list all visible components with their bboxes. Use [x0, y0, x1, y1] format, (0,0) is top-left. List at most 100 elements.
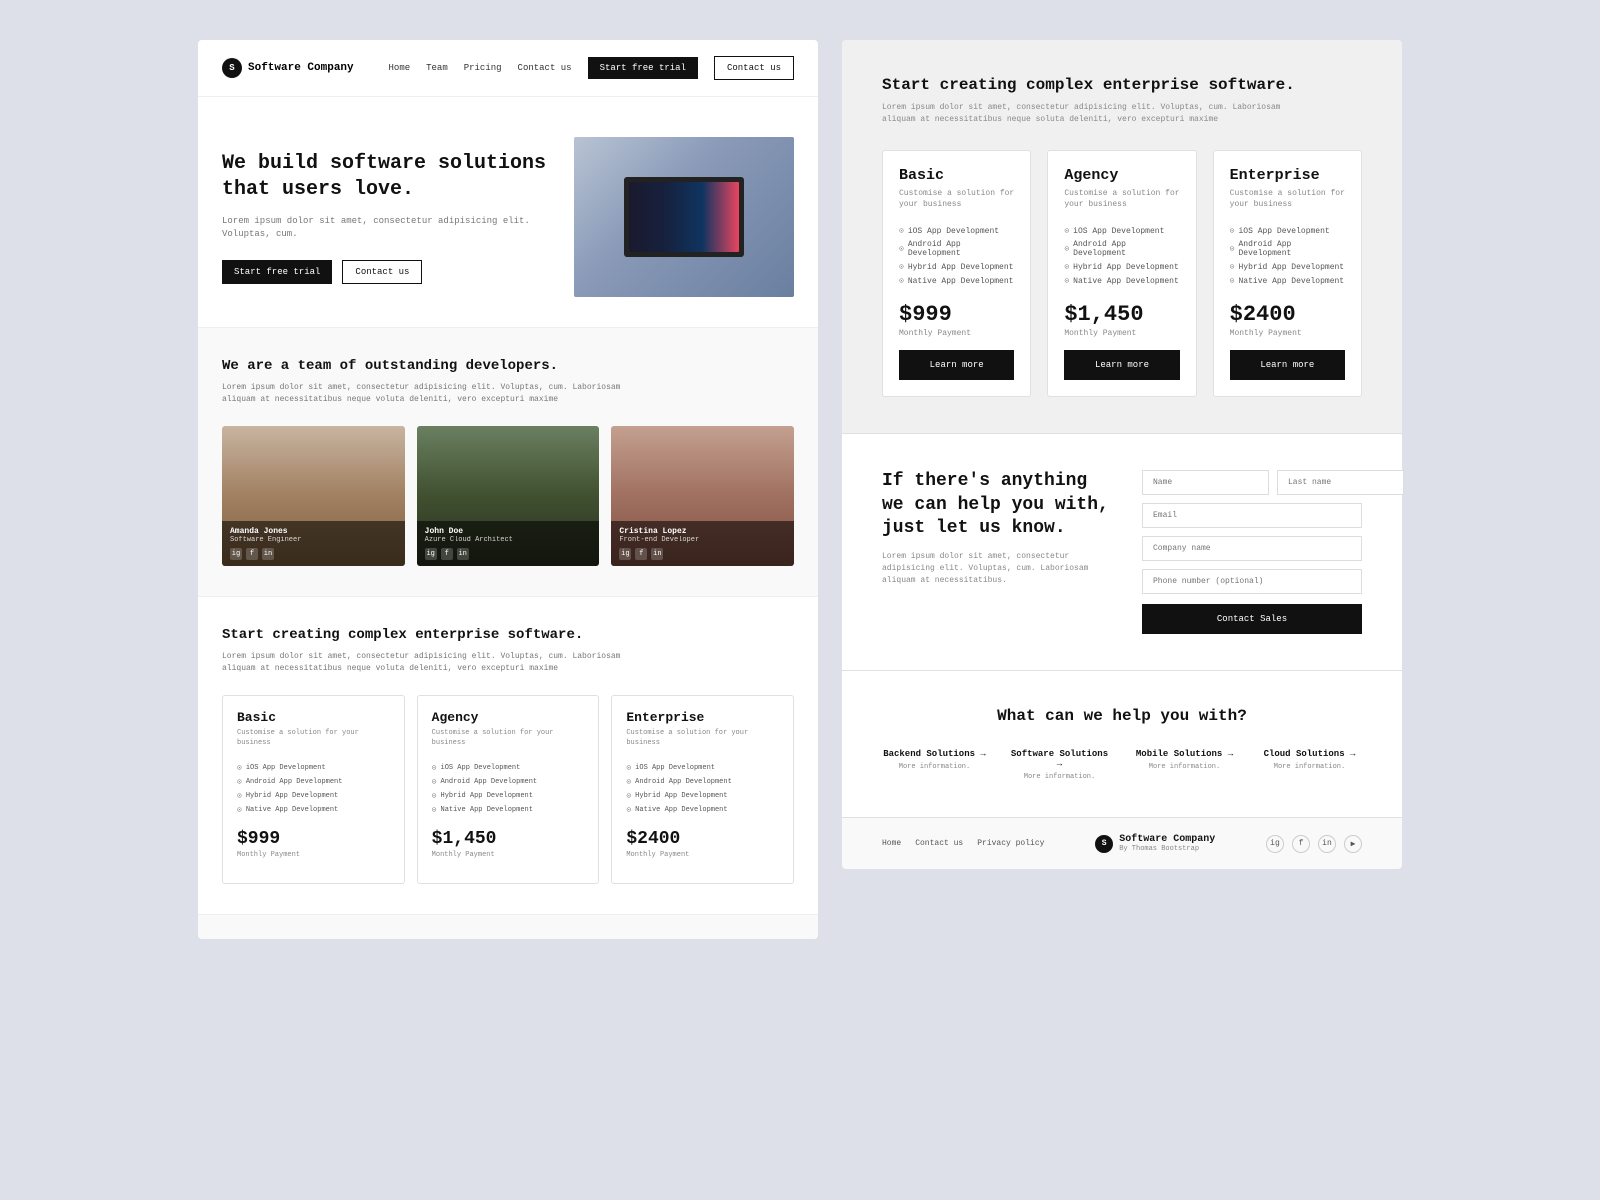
footer-link-2[interactable]: Privacy policy: [977, 839, 1044, 848]
contact-sales-button[interactable]: Contact Sales: [1142, 604, 1362, 634]
right-feature-0-2: Hybrid App Development: [899, 260, 1014, 274]
left-plan-name-2: Enterprise: [626, 710, 779, 725]
left-feature-1-3: Native App Development: [432, 803, 585, 817]
help-item-title-0[interactable]: Backend Solutions →: [882, 749, 987, 759]
left-pricing-card-0: Basic Customise a solution for your busi…: [222, 695, 405, 884]
right-plan-btn-2[interactable]: Learn more: [1230, 350, 1345, 380]
facebook-icon-0[interactable]: f: [246, 548, 258, 560]
help-section: What can we help you with? Backend Solut…: [842, 670, 1402, 817]
footer-logo: S Software Company By Thomas Bootstrap: [1095, 834, 1215, 853]
help-grid: Backend Solutions → More information. So…: [882, 749, 1362, 781]
right-panel: Start creating complex enterprise softwa…: [842, 40, 1402, 869]
right-feature-2-1: Android App Development: [1230, 238, 1345, 260]
start-free-trial-button[interactable]: Start free trial: [588, 57, 698, 79]
lastname-input[interactable]: [1277, 470, 1404, 495]
right-footer: Home Contact us Privacy policy S Softwar…: [842, 817, 1402, 869]
footer-logo-text-block: Software Company By Thomas Bootstrap: [1119, 834, 1215, 853]
left-pricing-title: Start creating complex enterprise softwa…: [222, 627, 794, 643]
hero-start-trial-button[interactable]: Start free trial: [222, 260, 332, 284]
company-input[interactable]: [1142, 536, 1362, 561]
contact-title: If there's anything we can help you with…: [882, 470, 1110, 540]
team-section: We are a team of outstanding developers.…: [198, 327, 818, 596]
help-item-title-1[interactable]: Software Solutions →: [1007, 749, 1112, 769]
right-plan-features-0: iOS App Development Android App Developm…: [899, 224, 1014, 288]
help-item-1: Software Solutions → More information.: [1007, 749, 1112, 781]
team-role-1: Azure Cloud Architect: [425, 536, 592, 544]
help-item-sub-2: More information.: [1132, 763, 1237, 771]
team-card-1: John Doe Azure Cloud Architect ig f in: [417, 426, 600, 566]
right-feature-0-0: iOS App Development: [899, 224, 1014, 238]
instagram-icon-2[interactable]: ig: [619, 548, 631, 560]
left-feature-0-1: Android App Development: [237, 775, 390, 789]
instagram-icon-1[interactable]: ig: [425, 548, 437, 560]
nav-pricing[interactable]: Pricing: [464, 63, 502, 73]
right-plan-btn-1[interactable]: Learn more: [1064, 350, 1179, 380]
left-feature-2-0: iOS App Development: [626, 761, 779, 775]
facebook-icon-1[interactable]: f: [441, 548, 453, 560]
right-feature-0-3: Native App Development: [899, 274, 1014, 288]
left-pricing-card-1: Agency Customise a solution for your bus…: [417, 695, 600, 884]
right-feature-2-0: iOS App Development: [1230, 224, 1345, 238]
contact-us-nav-button[interactable]: Contact us: [714, 56, 794, 80]
team-name-1: John Doe: [425, 527, 592, 536]
team-social-icons-2: ig f in: [619, 548, 786, 560]
nav-team[interactable]: Team: [426, 63, 448, 73]
linkedin-icon-0[interactable]: in: [262, 548, 274, 560]
right-pricing-grid: Basic Customise a solution for your busi…: [882, 150, 1362, 397]
email-input[interactable]: [1142, 503, 1362, 528]
right-feature-1-2: Hybrid App Development: [1064, 260, 1179, 274]
nav-contact[interactable]: Contact us: [518, 63, 572, 73]
left-feature-2-1: Android App Development: [626, 775, 779, 789]
left-pricing-grid: Basic Customise a solution for your busi…: [222, 695, 794, 884]
linkedin-icon-2[interactable]: in: [651, 548, 663, 560]
footer-links: Home Contact us Privacy policy: [882, 839, 1044, 848]
footer-socials: ig f in ▶: [1266, 835, 1362, 853]
right-feature-0-1: Android App Development: [899, 238, 1014, 260]
left-feature-1-1: Android App Development: [432, 775, 585, 789]
right-pricing-card-2: Enterprise Customise a solution for your…: [1213, 150, 1362, 397]
team-title: We are a team of outstanding developers.: [222, 358, 794, 374]
help-item-title-3[interactable]: Cloud Solutions →: [1257, 749, 1362, 759]
hero-subtitle: Lorem ipsum dolor sit amet, consectetur …: [222, 215, 554, 242]
help-item-2: Mobile Solutions → More information.: [1132, 749, 1237, 781]
left-feature-1-2: Hybrid App Development: [432, 789, 585, 803]
nav-home[interactable]: Home: [389, 63, 411, 73]
youtube-footer-icon[interactable]: ▶: [1344, 835, 1362, 853]
hero-section: We build software solutions that users l…: [198, 97, 818, 327]
name-input[interactable]: [1142, 470, 1269, 495]
team-subtitle: Lorem ipsum dolor sit amet, consectetur …: [222, 382, 642, 406]
footer-link-1[interactable]: Contact us: [915, 839, 963, 848]
right-pricing-title: Start creating complex enterprise softwa…: [882, 76, 1362, 94]
right-pricing-card-1: Agency Customise a solution for your bus…: [1047, 150, 1196, 397]
team-card-overlay-1: John Doe Azure Cloud Architect ig f in: [417, 521, 600, 566]
left-pricing-card-2: Enterprise Customise a solution for your…: [611, 695, 794, 884]
right-plan-desc-2: Customise a solution for your business: [1230, 188, 1345, 210]
team-social-icons-0: ig f in: [230, 548, 397, 560]
hero-contact-button[interactable]: Contact us: [342, 260, 422, 284]
left-footer: [198, 914, 818, 939]
left-plan-name-1: Agency: [432, 710, 585, 725]
help-item-sub-1: More information.: [1007, 773, 1112, 781]
help-item-title-2[interactable]: Mobile Solutions →: [1132, 749, 1237, 759]
footer-link-0[interactable]: Home: [882, 839, 901, 848]
right-feature-1-0: iOS App Development: [1064, 224, 1179, 238]
contact-layout: If there's anything we can help you with…: [882, 470, 1362, 634]
right-plan-btn-0[interactable]: Learn more: [899, 350, 1014, 380]
linkedin-footer-icon[interactable]: in: [1318, 835, 1336, 853]
left-plan-price-1: $1,450: [432, 829, 585, 849]
footer-logo-text: Software Company: [1119, 834, 1215, 845]
nav-links: Home Team Pricing Contact us Start free …: [389, 56, 794, 80]
right-plan-price-1: $1,450: [1064, 302, 1179, 327]
facebook-footer-icon[interactable]: f: [1292, 835, 1310, 853]
facebook-icon-2[interactable]: f: [635, 548, 647, 560]
left-plan-desc-0: Customise a solution for your business: [237, 729, 390, 749]
linkedin-icon-1[interactable]: in: [457, 548, 469, 560]
instagram-footer-icon[interactable]: ig: [1266, 835, 1284, 853]
instagram-icon-0[interactable]: ig: [230, 548, 242, 560]
left-feature-2-3: Native App Development: [626, 803, 779, 817]
phone-input[interactable]: [1142, 569, 1362, 594]
team-card-overlay-0: Amanda Jones Software Engineer ig f in: [222, 521, 405, 566]
right-feature-1-3: Native App Development: [1064, 274, 1179, 288]
right-pricing-section: Start creating complex enterprise softwa…: [842, 40, 1402, 433]
logo-text: Software Company: [248, 62, 354, 74]
